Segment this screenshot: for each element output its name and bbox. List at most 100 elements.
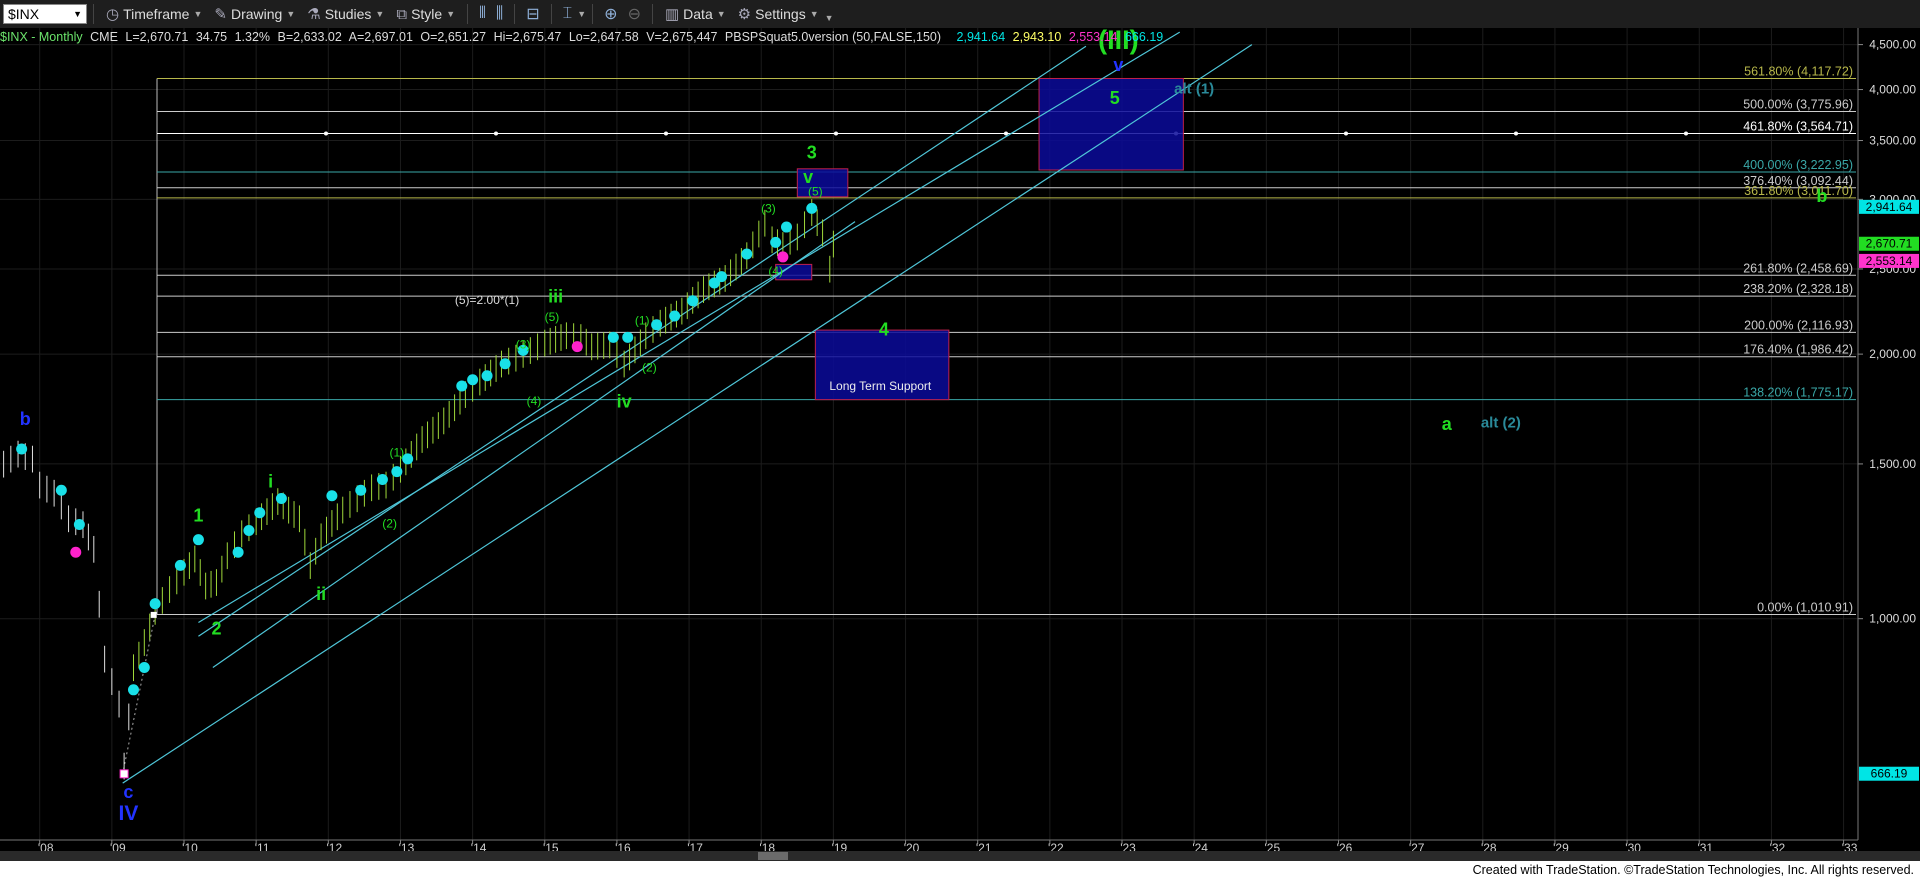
style-label: Style bbox=[411, 6, 443, 22]
symbol-input[interactable]: $INX ▼ bbox=[3, 4, 87, 24]
pivot-dot-cyan bbox=[607, 331, 619, 343]
toolbar-separator bbox=[93, 4, 94, 24]
wave-label: a bbox=[1442, 414, 1453, 434]
chart-layout-icon[interactable]: ⊟ bbox=[521, 4, 544, 24]
fib-level-label: 176.40% (1,986.42) bbox=[1743, 343, 1853, 357]
chevron-down-icon: ▼ bbox=[286, 9, 296, 19]
fib-level-label: 400.00% (3,222.95) bbox=[1743, 158, 1853, 172]
pivot-dot-cyan bbox=[669, 310, 681, 322]
horizontal-scrollbar[interactable] bbox=[0, 851, 1920, 861]
x-tick-label: '09 bbox=[110, 841, 126, 851]
pivot-dot-cyan bbox=[232, 546, 244, 558]
wave-label: iv bbox=[617, 391, 632, 411]
pct-change: 1.32% bbox=[234, 30, 271, 44]
ask-price: A=2,697.01 bbox=[348, 30, 413, 44]
wave-label: ii bbox=[316, 584, 326, 604]
toolbar-overflow-icon[interactable]: ▼ bbox=[825, 13, 834, 23]
style-menu[interactable]: ⧉ Style ▼ bbox=[390, 2, 461, 26]
fib-level-marker bbox=[494, 131, 498, 136]
study-value-4: 666.19 bbox=[1124, 30, 1164, 44]
symbol-info-bar: $INX - Monthly CME L=2,670.71 34.75 1.32… bbox=[0, 30, 1167, 46]
price-tag-label: 666.19 bbox=[1871, 767, 1908, 781]
scrollbar-thumb[interactable] bbox=[758, 852, 788, 860]
wave-label: 1 bbox=[193, 505, 203, 525]
settings-menu[interactable]: ⚙ Settings ▼ bbox=[732, 2, 825, 26]
fib-level-marker bbox=[1514, 131, 1518, 136]
x-tick-label: '08 bbox=[38, 841, 54, 851]
wave-label: b bbox=[1816, 186, 1827, 206]
x-tick-label: '31 bbox=[1697, 841, 1713, 851]
settings-label: Settings bbox=[755, 6, 806, 22]
zoom-out-icon[interactable]: ⊖ bbox=[623, 4, 646, 24]
pivot-dot-cyan bbox=[741, 248, 753, 260]
zoom-in-icon[interactable]: ⊕ bbox=[599, 4, 622, 24]
pivot-dot-magenta bbox=[70, 546, 82, 558]
wave-label: (2) bbox=[382, 516, 397, 530]
price-chart[interactable]: '08 '09 '10 '11 '12 '13 '14 '15 '16 '17 '18 '19 '20 '… bbox=[0, 28, 1920, 851]
pivot-dot-cyan bbox=[651, 319, 663, 331]
wave-label: (3) bbox=[516, 337, 531, 351]
x-tick-label: '32 bbox=[1770, 841, 1786, 851]
x-tick-label: '22 bbox=[1048, 841, 1064, 851]
x-tick-label: '13 bbox=[399, 841, 415, 851]
chevron-down-icon: ▼ bbox=[716, 9, 726, 19]
x-tick-label: '21 bbox=[976, 841, 992, 851]
pivot-dot-cyan bbox=[770, 236, 782, 248]
gear-icon: ⚙ bbox=[737, 6, 752, 23]
copyright-footer: Created with TradeStation. ©TradeStation… bbox=[0, 861, 1920, 879]
x-tick-label: '25 bbox=[1265, 841, 1281, 851]
y-tick-label: 4,500.00 bbox=[1869, 38, 1916, 52]
wave-label: b bbox=[20, 409, 31, 429]
volume: V=2,675,447 bbox=[646, 30, 718, 44]
y-tick-label: 1,500.00 bbox=[1869, 457, 1916, 471]
wave-label: alt (2) bbox=[1481, 415, 1521, 432]
x-tick-label: '26 bbox=[1337, 841, 1353, 851]
flask-icon: ⚗ bbox=[307, 6, 321, 23]
fib-level-label: 461.80% (3,564.71) bbox=[1743, 120, 1853, 134]
x-tick-label: '18 bbox=[759, 841, 775, 851]
bid-price: B=2,633.02 bbox=[277, 30, 342, 44]
fib-level-label: 200.00% (2,116.93) bbox=[1744, 318, 1853, 332]
wave-label: v bbox=[1113, 55, 1123, 75]
pivot-dot-cyan bbox=[73, 518, 85, 530]
pivot-dot-cyan bbox=[127, 684, 139, 696]
wave-label: 2 bbox=[211, 618, 221, 638]
cursor-mode-icon[interactable]: ⌶ bbox=[558, 5, 578, 23]
bar-spacing-expand-icon[interactable]: ⫼ bbox=[491, 5, 508, 23]
symbol-info: $INX - Monthly bbox=[0, 30, 83, 44]
pivot-dot-cyan bbox=[192, 534, 204, 546]
wave-label: 5 bbox=[1110, 88, 1120, 108]
data-menu[interactable]: ▥ Data ▼ bbox=[659, 2, 732, 26]
pivot-dot-cyan bbox=[275, 493, 287, 505]
bar-spacing-compress-icon[interactable]: ⫴ bbox=[474, 5, 491, 23]
high-price: Hi=2,675.47 bbox=[493, 30, 562, 44]
low-marker bbox=[119, 769, 129, 779]
timeframe-menu[interactable]: ◷ Timeframe ▼ bbox=[100, 2, 208, 26]
net-change: 34.75 bbox=[195, 30, 228, 44]
chevron-down-icon[interactable]: ▼ bbox=[577, 9, 586, 19]
pivot-dot-cyan bbox=[806, 202, 818, 214]
pivot-dot-cyan bbox=[456, 380, 468, 392]
fib-level-label: 261.80% (2,458.69) bbox=[1743, 261, 1853, 275]
wave-label: 4 bbox=[879, 319, 889, 339]
y-tick-label: 2,000.00 bbox=[1869, 347, 1916, 361]
last-price: L=2,670.71 bbox=[125, 30, 189, 44]
style-icon: ⧉ bbox=[396, 5, 408, 23]
fib-level-marker bbox=[324, 131, 328, 136]
x-tick-label: '24 bbox=[1192, 841, 1208, 851]
studies-menu[interactable]: ⚗ Studies ▼ bbox=[301, 2, 390, 26]
x-tick-label: '17 bbox=[687, 841, 703, 851]
pivot-dot-cyan bbox=[138, 661, 150, 673]
chevron-down-icon[interactable]: ▼ bbox=[73, 9, 82, 19]
wave-label: iii bbox=[548, 286, 563, 306]
wave-label: (5)=2.00*(1) bbox=[455, 293, 519, 307]
wave-label: v bbox=[803, 167, 813, 187]
x-tick-label: '28 bbox=[1481, 841, 1497, 851]
study-value-3: 2,553.14 bbox=[1068, 30, 1118, 44]
wave-label: (1) bbox=[390, 445, 405, 459]
drawing-menu[interactable]: ✎ Drawing ▼ bbox=[208, 2, 301, 26]
toolbar-separator bbox=[592, 4, 594, 24]
fib-level-label: 561.80% (4,117.72) bbox=[1744, 64, 1853, 78]
x-tick-label: '10 bbox=[182, 841, 198, 851]
studies-label: Studies bbox=[324, 6, 372, 22]
